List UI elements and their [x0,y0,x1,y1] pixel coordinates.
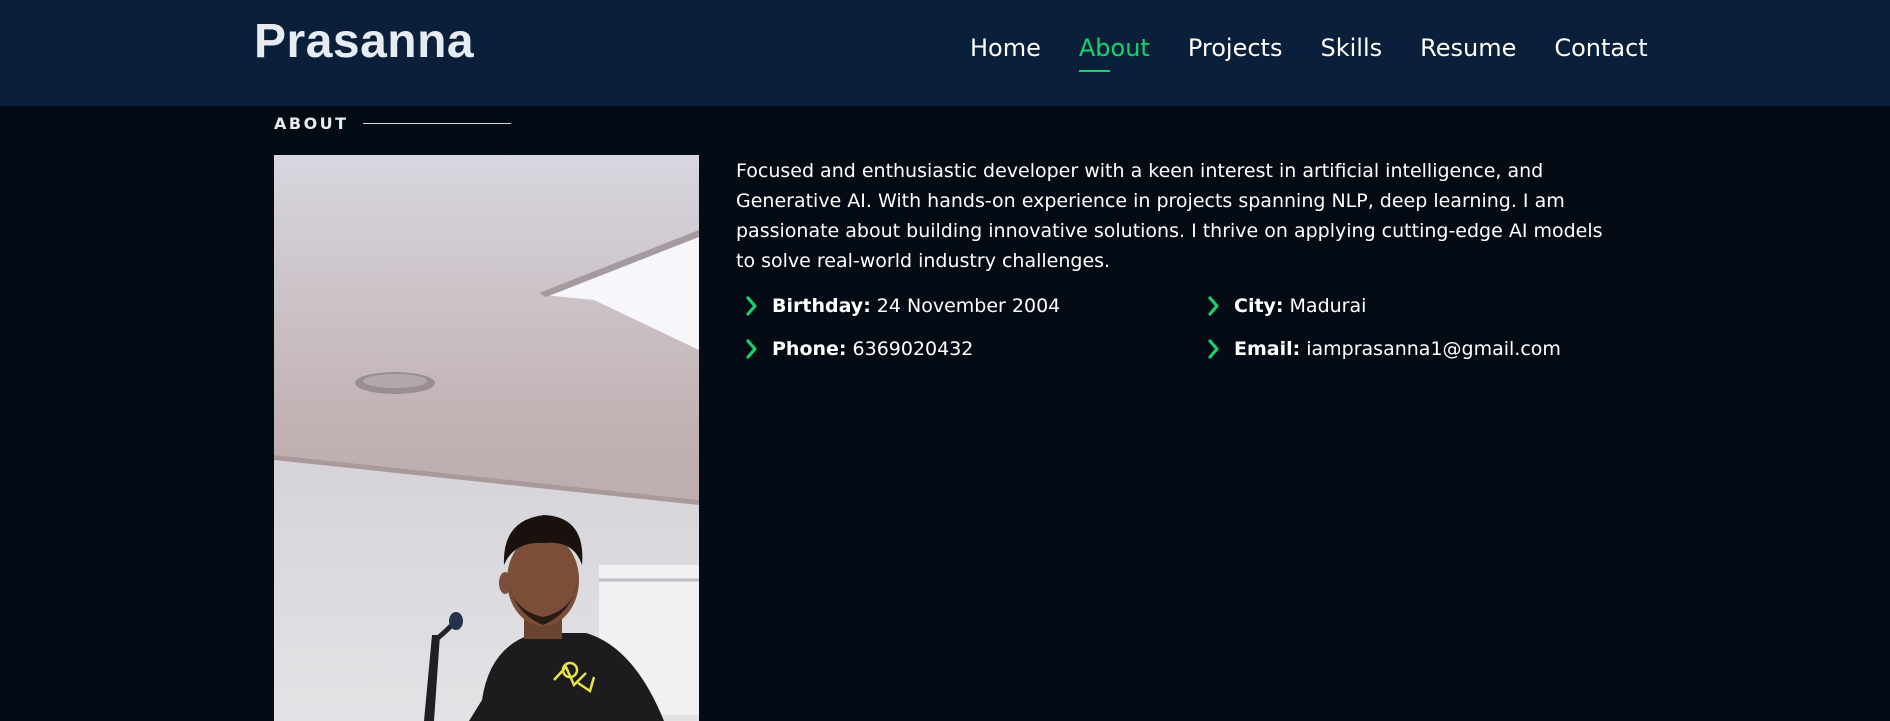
profile-photo-illustration [274,155,699,721]
email-value[interactable]: iamprasanna1@gmail.com [1306,338,1561,360]
chevron-right-icon [746,296,757,316]
detail-city: City: Madurai [1198,294,1366,318]
site-logo[interactable]: Prasanna [254,14,474,69]
nav-projects[interactable]: Projects [1188,34,1283,72]
section-title-divider [362,123,511,124]
detail-birthday: Birthday: 24 November 2004 [736,294,1060,318]
nav-home[interactable]: Home [970,34,1041,72]
chevron-right-icon [746,339,757,359]
detail-email: Email: iamprasanna1@gmail.com [1198,337,1561,361]
email-label: Email: [1234,338,1301,360]
about-bio: Focused and enthusiastic developer with … [736,160,1603,272]
nav-skills[interactable]: Skills [1320,34,1382,72]
chevron-right-icon [1208,296,1219,316]
section-title: ABOUT [274,114,511,133]
city-value: Madurai [1289,295,1367,317]
profile-photo [274,155,699,721]
about-content: Focused and enthusiastic developer with … [736,156,1616,360]
detail-phone: Phone: 6369020432 [736,337,973,361]
section-title-text: ABOUT [274,114,349,133]
main-nav: Home About Projects Skills Resume Contac… [970,34,1686,72]
nav-contact[interactable]: Contact [1554,34,1647,72]
phone-label: Phone: [772,338,847,360]
birthday-label: Birthday: [772,295,871,317]
birthday-value: 24 November 2004 [876,295,1061,317]
nav-about[interactable]: About [1078,34,1150,72]
phone-value[interactable]: 6369020432 [853,338,974,360]
nav-resume[interactable]: Resume [1420,34,1516,72]
site-header: Prasanna Home About Projects Skills Resu… [0,0,1890,106]
city-label: City: [1234,295,1284,317]
chevron-right-icon [1208,339,1219,359]
